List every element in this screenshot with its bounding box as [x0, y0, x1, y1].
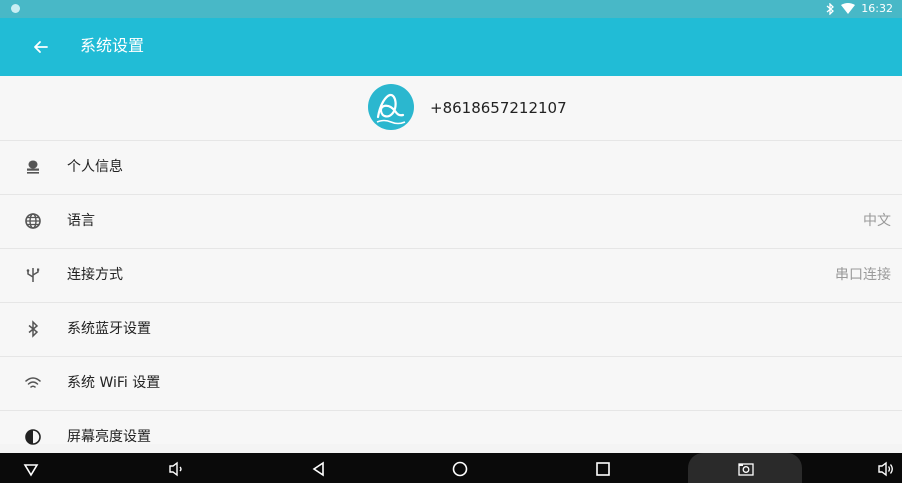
- status-time: 16:32: [861, 2, 893, 15]
- phone-number: +8618657212107: [430, 99, 567, 117]
- hide-keyboard-icon[interactable]: [22, 460, 40, 478]
- settings-item-label: 系统 WiFi 设置: [67, 375, 161, 391]
- settings-item-label: 连接方式: [67, 267, 123, 283]
- volume-down-icon[interactable]: [167, 460, 185, 478]
- settings-item-connection[interactable]: 连接方式 串口连接: [0, 249, 902, 303]
- screenshot-icon[interactable]: [737, 460, 755, 478]
- settings-item-label: 个人信息: [67, 159, 123, 175]
- settings-item-personal-info[interactable]: 个人信息: [0, 141, 902, 195]
- wifi-icon: [25, 377, 41, 388]
- brightness-icon: [25, 429, 41, 445]
- volume-up-icon[interactable]: [877, 460, 895, 478]
- wifi-icon: [841, 3, 856, 14]
- settings-item-brightness[interactable]: 屏幕亮度设置: [0, 411, 902, 445]
- avatar[interactable]: [368, 84, 414, 130]
- settings-list: 个人信息 语言 中文 连接方式 串口连接 系统蓝牙设置 系统 WiFi 设置 屏…: [0, 141, 902, 445]
- profile-header[interactable]: +8618657212107: [0, 76, 902, 141]
- settings-item-wifi[interactable]: 系统 WiFi 设置: [0, 357, 902, 411]
- settings-item-value: 串口连接: [835, 267, 891, 283]
- notification-dot-icon: [11, 4, 20, 13]
- globe-icon: [25, 213, 41, 229]
- settings-item-bluetooth[interactable]: 系统蓝牙设置: [0, 303, 902, 357]
- app-bar: 系统设置: [0, 18, 902, 76]
- arrow-left-icon[interactable]: [30, 36, 52, 58]
- recents-icon[interactable]: [594, 460, 612, 478]
- bluetooth-icon: [826, 2, 835, 15]
- back-icon[interactable]: [310, 460, 328, 478]
- settings-item-label: 屏幕亮度设置: [67, 429, 151, 445]
- settings-item-value: 中文: [863, 213, 891, 229]
- usb-icon: [26, 268, 40, 282]
- bluetooth-icon: [28, 320, 39, 338]
- settings-item-label: 系统蓝牙设置: [67, 321, 151, 337]
- navigation-bar: [0, 453, 902, 483]
- person-icon: [27, 160, 39, 174]
- home-icon[interactable]: [451, 460, 469, 478]
- page-title: 系统设置: [80, 36, 145, 55]
- settings-item-language[interactable]: 语言 中文: [0, 195, 902, 249]
- status-bar: 16:32: [0, 0, 902, 18]
- settings-item-label: 语言: [67, 213, 95, 229]
